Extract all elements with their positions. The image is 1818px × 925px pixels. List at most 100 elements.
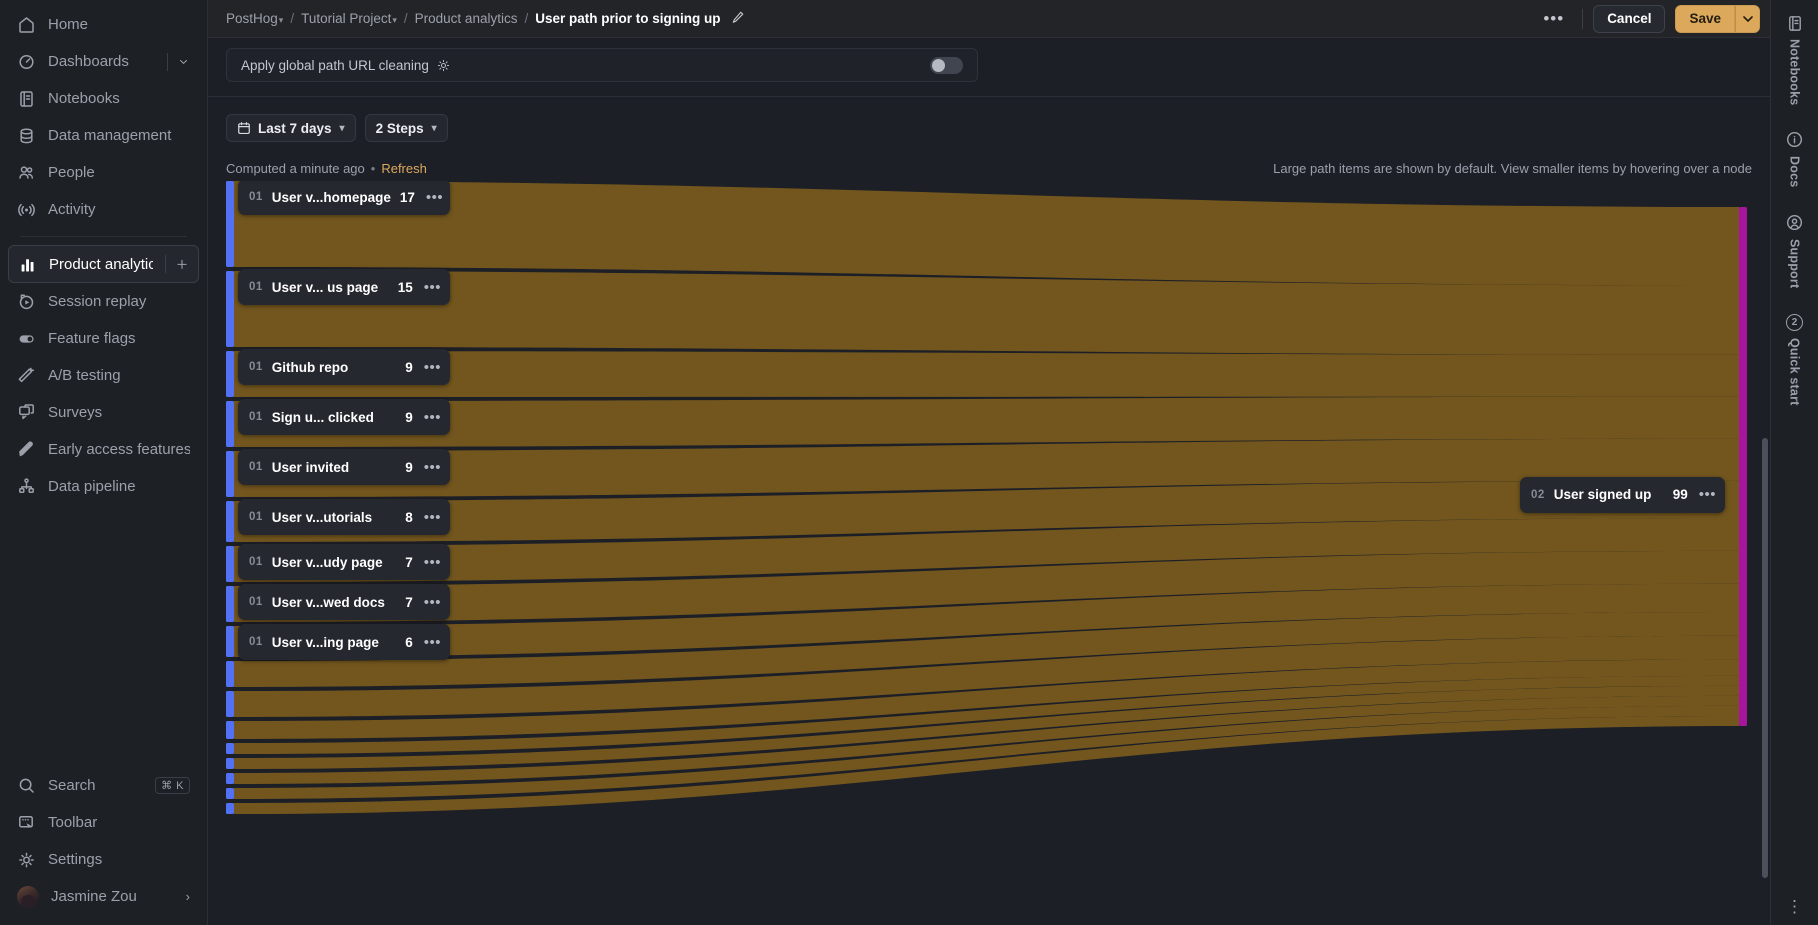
sidebar-item-notebooks[interactable]: Notebooks bbox=[8, 80, 199, 117]
node-step-index: 01 bbox=[249, 511, 263, 523]
breadcrumb-item-product-analytics[interactable]: Product analytics bbox=[415, 11, 518, 26]
sankey-node[interactable]: 01 User invited 9 ••• bbox=[238, 449, 450, 485]
steps-selector[interactable]: 2 Steps ▾ bbox=[364, 114, 448, 142]
sidebar-item-home[interactable]: Home bbox=[8, 6, 199, 43]
sidebar-item-data-management[interactable]: Data management bbox=[8, 117, 199, 154]
breadcrumb-item-user-path-prior-to-signing-up[interactable]: User path prior to signing up bbox=[535, 11, 720, 26]
filters-row: Last 7 days ▾ 2 Steps ▾ bbox=[208, 97, 1770, 155]
sankey-target-node[interactable]: 02 User signed up 99 ••• bbox=[1520, 476, 1725, 513]
sidebar-item-product-analytics[interactable]: Product analytics bbox=[8, 245, 199, 283]
sankey-source-bar[interactable] bbox=[226, 586, 234, 622]
sidebar-item-label: Activity bbox=[48, 201, 96, 218]
node-menu-button[interactable]: ••• bbox=[422, 595, 441, 610]
rail-item-label: Support bbox=[1787, 238, 1802, 289]
save-dropdown-button[interactable] bbox=[1735, 4, 1760, 33]
support-icon bbox=[1786, 214, 1804, 232]
sidebar-item-toolbar[interactable]: Toolbar bbox=[8, 804, 199, 841]
sankey-source-bar[interactable] bbox=[226, 743, 234, 754]
breadcrumb-item-posthog[interactable]: PostHog▾ bbox=[226, 11, 283, 26]
sidebar-item-early-access-features[interactable]: Early access features bbox=[8, 431, 199, 468]
node-menu-button[interactable]: ••• bbox=[422, 635, 441, 650]
cancel-button[interactable]: Cancel bbox=[1593, 4, 1666, 33]
sankey-source-bar[interactable] bbox=[226, 691, 234, 717]
people-icon bbox=[19, 166, 34, 179]
sankey-source-bar[interactable] bbox=[226, 501, 234, 542]
refresh-button[interactable]: Refresh bbox=[381, 161, 427, 176]
sankey-source-bar[interactable] bbox=[226, 661, 234, 687]
sankey-source-bar[interactable] bbox=[226, 351, 234, 397]
sidebar-item-user[interactable]: Jasmine Zou › bbox=[8, 878, 199, 915]
node-menu-button[interactable]: ••• bbox=[422, 360, 441, 375]
sankey-node[interactable]: 01 User v... us page 15 ••• bbox=[238, 269, 450, 305]
badge-count-icon: 2 bbox=[1786, 314, 1803, 332]
sidebar-item-session-replay[interactable]: Session replay bbox=[8, 283, 199, 320]
node-menu-button[interactable]: ••• bbox=[422, 510, 441, 525]
node-menu-button[interactable]: ••• bbox=[422, 280, 441, 295]
node-menu-button[interactable]: ••• bbox=[422, 410, 441, 425]
rail-item-quick-start[interactable]: 2 Quick start bbox=[1786, 314, 1803, 406]
node-count: 8 bbox=[405, 509, 413, 525]
sankey-source-bar[interactable] bbox=[226, 546, 234, 582]
save-button[interactable]: Save bbox=[1675, 4, 1735, 33]
sidebar-item-label: People bbox=[48, 164, 95, 181]
path-hint-text: Large path items are shown by default. V… bbox=[1273, 160, 1752, 176]
sankey-node[interactable]: 01 User v...udy page 7 ••• bbox=[238, 544, 450, 580]
toolbar-icon bbox=[17, 813, 36, 832]
sankey-source-bar[interactable] bbox=[226, 626, 234, 657]
sankey-source-bar[interactable] bbox=[226, 721, 234, 739]
sankey-flow bbox=[234, 351, 1739, 397]
sidebar-item-label: Settings bbox=[48, 851, 103, 868]
new-insight-button[interactable] bbox=[165, 255, 189, 273]
dashboards-expand-button[interactable] bbox=[167, 52, 190, 71]
sidebar-item-surveys[interactable]: Surveys bbox=[8, 394, 199, 431]
calendar-icon bbox=[238, 122, 250, 135]
rail-item-support[interactable]: Support bbox=[1786, 214, 1804, 288]
sankey-source-bar[interactable] bbox=[226, 773, 234, 784]
sidebar-item-data-pipeline[interactable]: Data pipeline bbox=[8, 468, 199, 505]
date-range-selector[interactable]: Last 7 days ▾ bbox=[226, 114, 356, 142]
sankey-source-bar[interactable] bbox=[226, 758, 234, 769]
sankey-node[interactable]: 01 Sign u... clicked 9 ••• bbox=[238, 399, 450, 435]
sidebar-item-dashboards[interactable]: Dashboards bbox=[8, 43, 199, 80]
node-menu-button[interactable]: ••• bbox=[422, 460, 441, 475]
path-cleaning-toggle[interactable] bbox=[930, 56, 963, 74]
sidebar-item-people[interactable]: People bbox=[8, 154, 199, 191]
top-bar: PostHog▾ / Tutorial Project▾ / Product analy… bbox=[208, 0, 1770, 38]
notebook-icon bbox=[20, 91, 33, 107]
sankey-node[interactable]: 01 User v...utorials 8 ••• bbox=[238, 499, 450, 535]
replay-icon bbox=[17, 292, 36, 311]
rail-more-button[interactable]: ⋮ bbox=[1786, 897, 1803, 915]
paths-sankey-chart[interactable]: 01 User v...homepage 17 ••• 01 User v... … bbox=[226, 181, 1747, 829]
sankey-source-bar[interactable] bbox=[226, 271, 234, 347]
sankey-source-bar[interactable] bbox=[226, 181, 234, 267]
path-cleaning-row: Apply global path URL cleaning bbox=[226, 48, 978, 82]
sankey-node[interactable]: 01 Github repo 9 ••• bbox=[238, 349, 450, 385]
sidebar-item-search[interactable]: Search ⌘ K bbox=[8, 767, 199, 804]
node-menu-button[interactable]: ••• bbox=[424, 190, 443, 205]
node-menu-button[interactable]: ••• bbox=[1697, 487, 1716, 502]
sankey-node[interactable]: 01 User v...wed docs 7 ••• bbox=[238, 584, 450, 620]
pencil-icon[interactable] bbox=[731, 10, 745, 27]
sankey-source-bar[interactable] bbox=[226, 803, 234, 814]
rail-item-docs[interactable]: Docs bbox=[1786, 131, 1804, 188]
node-label: User signed up bbox=[1553, 487, 1652, 503]
sidebar-item-a-b-testing[interactable]: A/B testing bbox=[8, 357, 199, 394]
divider bbox=[1582, 8, 1584, 29]
vertical-scrollbar[interactable] bbox=[1762, 438, 1768, 878]
sankey-target-bar[interactable] bbox=[1739, 207, 1747, 726]
rail-item-notebooks[interactable]: Notebooks bbox=[1786, 14, 1804, 105]
gear-icon[interactable] bbox=[436, 58, 451, 73]
sankey-node[interactable]: 01 User v...homepage 17 ••• bbox=[238, 181, 450, 215]
sankey-source-bar[interactable] bbox=[226, 451, 234, 497]
sankey-source-bar[interactable] bbox=[226, 401, 234, 447]
node-menu-button[interactable]: ••• bbox=[422, 555, 441, 570]
sidebar-item-feature-flags[interactable]: Feature flags bbox=[8, 320, 199, 357]
node-label: Github repo bbox=[271, 359, 349, 375]
more-actions-button[interactable]: ••• bbox=[1535, 8, 1572, 29]
sankey-node[interactable]: 01 User v...ing page 6 ••• bbox=[238, 624, 450, 660]
sankey-source-bar[interactable] bbox=[226, 788, 234, 799]
sidebar-item-activity[interactable]: Activity bbox=[8, 191, 199, 228]
breadcrumb-item-tutorial-project[interactable]: Tutorial Project▾ bbox=[301, 11, 397, 26]
info-icon bbox=[1786, 132, 1802, 148]
sidebar-item-settings[interactable]: Settings bbox=[8, 841, 199, 878]
